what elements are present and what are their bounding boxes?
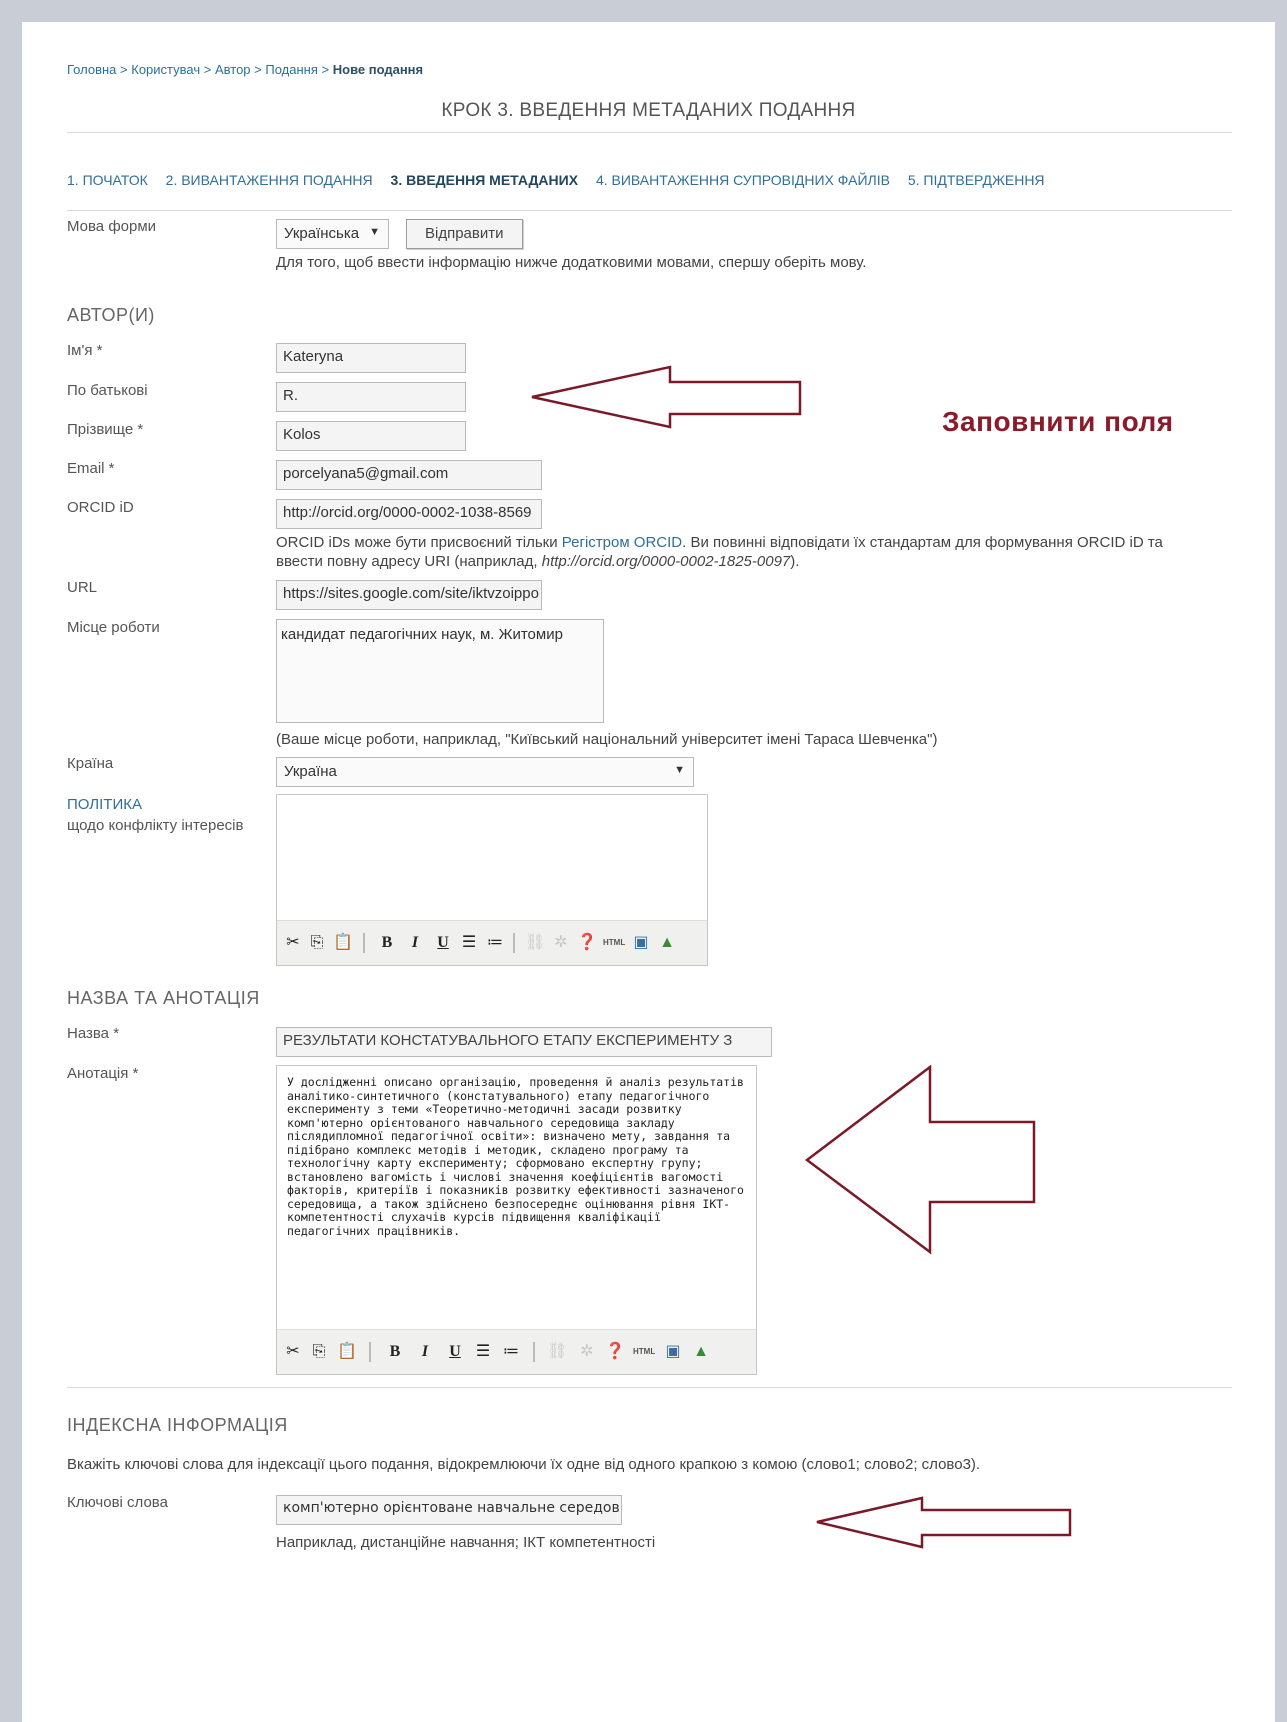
arrow-icon xyxy=(531,365,802,429)
annotation-arrows xyxy=(531,365,1072,1549)
arrow-icon xyxy=(816,1496,1072,1549)
arrow-icon xyxy=(804,1064,1036,1255)
page: Головна > Користувач > Автор > Подання >… xyxy=(22,22,1275,1722)
